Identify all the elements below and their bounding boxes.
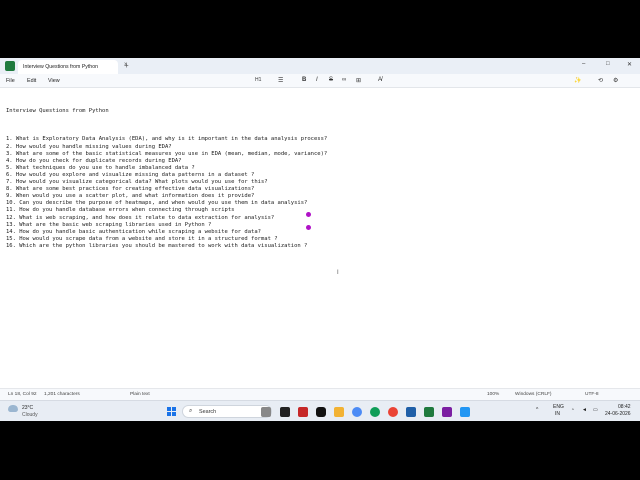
new-tab-icon[interactable]: +: [124, 61, 129, 70]
minimize-icon[interactable]: –: [582, 61, 585, 67]
question-line: 11. How do you handle database errors wh…: [6, 207, 235, 214]
question-line: 6. How would you explore and visualize m…: [6, 171, 255, 178]
menu-file[interactable]: File: [6, 78, 15, 84]
notepad-taskbar-icon[interactable]: [424, 407, 434, 417]
strikethrough-button[interactable]: S: [329, 77, 333, 83]
windows-start-icon[interactable]: [167, 407, 176, 416]
file-explorer-icon[interactable]: [334, 407, 344, 417]
question-line: 10. Can you describe the purpose of heat…: [6, 200, 308, 207]
link-icon[interactable]: ∞: [342, 77, 346, 83]
cursor-position: Ln 18, Col 92: [8, 392, 37, 397]
settings-icon[interactable]: ⚙: [613, 77, 618, 84]
document-title: Interview Questions from Python: [6, 108, 109, 115]
list-icon[interactable]: ☰: [278, 77, 283, 84]
app-icon-dark[interactable]: [280, 407, 290, 417]
question-list: 1. What is Exploratory Data Analysis (ED…: [6, 136, 626, 250]
app-icon-blue[interactable]: [406, 407, 416, 417]
encoding[interactable]: UTF-8: [585, 392, 599, 397]
question-line: 5. What techniques do you use to handle …: [6, 164, 195, 171]
question-line: 16. Which are the python libraries you s…: [6, 242, 308, 249]
language-line1[interactable]: ENG: [553, 404, 564, 410]
menu-view[interactable]: View: [48, 78, 60, 84]
antivirus-icon[interactable]: [298, 407, 308, 417]
notion-icon[interactable]: [316, 407, 326, 417]
search-label: Search: [199, 409, 217, 415]
weather-temperature[interactable]: 23°C: [22, 405, 33, 411]
text-cursor-icon: I: [337, 270, 339, 276]
chrome-icon[interactable]: [388, 407, 398, 417]
notepad-window: Interview Questions from Python × + – □ …: [0, 58, 640, 421]
maximize-icon[interactable]: □: [606, 61, 610, 67]
weather-description[interactable]: Cloudy: [22, 412, 38, 418]
question-line: 13. What are the basic web scraping libr…: [6, 221, 212, 228]
app-icon-purple[interactable]: [442, 407, 452, 417]
tab-title: Interview Questions from Python: [23, 64, 98, 70]
edge-icon[interactable]: [370, 407, 380, 417]
battery-icon[interactable]: ▭: [593, 407, 598, 413]
italic-button[interactable]: I: [316, 77, 318, 83]
menu-edit[interactable]: Edit: [27, 78, 36, 84]
volume-icon[interactable]: ◄: [582, 407, 587, 413]
history-icon[interactable]: ⟲: [598, 77, 603, 84]
question-line: 1. What is Exploratory Data Analysis (ED…: [6, 136, 328, 143]
notepad-app-icon: [5, 61, 15, 71]
taskview-icon[interactable]: [261, 407, 271, 417]
question-line: 14. How do you handle basic authenticati…: [6, 228, 261, 235]
selection-handle-bottom[interactable]: [306, 225, 311, 230]
question-line: 7. How would you visualize categorical d…: [6, 179, 268, 186]
app-icon-lightblue[interactable]: [460, 407, 470, 417]
question-line: 2. How would you handle missing values d…: [6, 143, 172, 150]
cloud-icon[interactable]: [8, 405, 18, 412]
copilot-app-icon[interactable]: [352, 407, 362, 417]
document-editor[interactable]: Interview Questions from Python 1. What …: [6, 94, 626, 264]
tray-overflow-icon[interactable]: ^: [536, 407, 538, 413]
copilot-icon[interactable]: ✨: [574, 77, 581, 84]
question-line: 15. How would you scrape data from a web…: [6, 235, 278, 242]
wifi-icon[interactable]: ◔: [571, 407, 574, 413]
heading-dropdown[interactable]: H1: [255, 77, 261, 83]
file-format[interactable]: Plain text: [130, 392, 150, 397]
clock-time[interactable]: 08:42: [618, 404, 631, 410]
title-bar: Interview Questions from Python × + – □ …: [0, 58, 640, 74]
table-icon[interactable]: ⊞: [356, 77, 361, 84]
tab-document[interactable]: Interview Questions from Python ×: [18, 60, 128, 74]
close-icon[interactable]: ✕: [627, 61, 632, 68]
question-line: 12. What is web scraping, and how does i…: [6, 214, 275, 221]
menu-bar: File Edit View H1 ☰ B I S ∞ ⊞ A̸ ✨ ⟲ ⚙: [0, 74, 640, 88]
taskbar: 23°C Cloudy ⌕ Search ^ ENG IN ◔ ◄ ▭ 08:4…: [0, 400, 640, 421]
line-ending[interactable]: Windows (CRLF): [515, 392, 552, 397]
clear-formatting-icon[interactable]: A̸: [378, 77, 382, 83]
taskbar-search[interactable]: ⌕ Search: [182, 405, 272, 418]
character-count: 1,201 characters: [44, 392, 80, 397]
question-line: 3. What are some of the basic statistica…: [6, 150, 328, 157]
status-bar: Ln 18, Col 92 1,201 characters Plain tex…: [0, 388, 640, 400]
zoom-level[interactable]: 100%: [487, 392, 499, 397]
clock-date[interactable]: 24-06-2026: [605, 411, 631, 417]
language-line2[interactable]: IN: [555, 411, 560, 417]
bold-button[interactable]: B: [302, 77, 306, 83]
question-line: 9. When would you use a scatter plot, an…: [6, 193, 255, 200]
selection-handle-top[interactable]: [306, 212, 311, 217]
search-icon: ⌕: [189, 408, 193, 414]
question-line: 4. How do you check for duplicate record…: [6, 157, 182, 164]
question-line: 8. What are some best practices for crea…: [6, 186, 255, 193]
